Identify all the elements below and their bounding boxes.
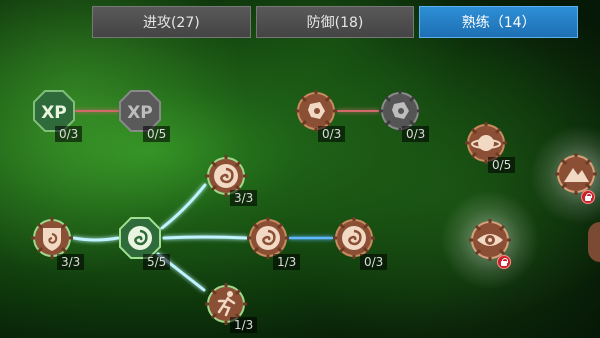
- link-shield-hub: [72, 236, 120, 242]
- lock-icon: [497, 255, 511, 269]
- node-count: 0/3: [55, 126, 83, 142]
- node-count: 5/5: [143, 254, 171, 270]
- skill-node-mountain[interactable]: [554, 152, 598, 196]
- link-hub-top: [160, 183, 207, 230]
- node-count: 0/3: [318, 126, 346, 142]
- node-count: 0/5: [143, 126, 171, 142]
- node-count: 0/3: [360, 254, 388, 270]
- offscreen-skill-node: [588, 222, 600, 262]
- link-hub-mid: [162, 235, 248, 240]
- node-count: 0/5: [488, 157, 516, 173]
- node-count: 1/3: [273, 254, 301, 270]
- node-count: 1/3: [230, 317, 258, 333]
- svg-text:XP: XP: [127, 103, 153, 123]
- node-count: 3/3: [230, 190, 258, 206]
- mountain-icon: [555, 153, 597, 195]
- lock-icon: [581, 190, 595, 204]
- svg-text:XP: XP: [41, 103, 67, 123]
- node-count: 3/3: [57, 254, 85, 270]
- node-count: 0/3: [402, 126, 430, 142]
